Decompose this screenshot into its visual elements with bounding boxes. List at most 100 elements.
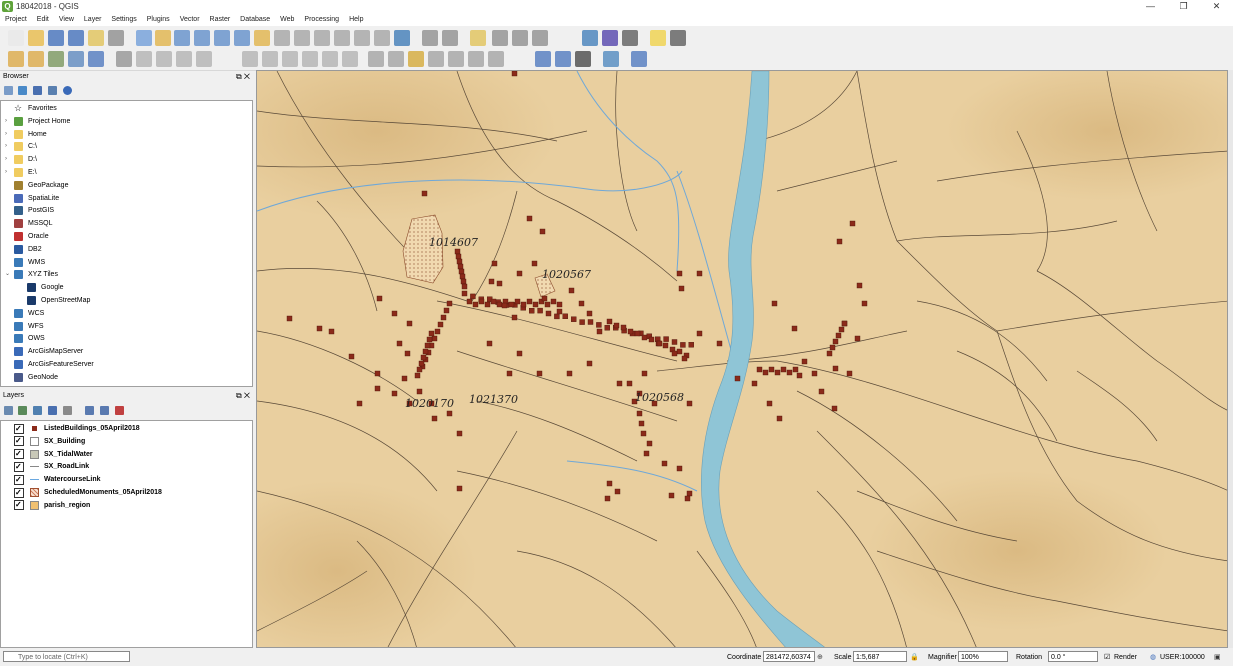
zoom-last-icon[interactable] — [314, 30, 330, 46]
label-rotate-icon[interactable] — [468, 51, 484, 67]
layer-item[interactable]: SX_RoadLink — [14, 460, 89, 473]
messages-icon[interactable]: ▣ — [1214, 652, 1221, 663]
undo-icon[interactable] — [322, 51, 338, 67]
map-scrollbar[interactable] — [1228, 70, 1233, 648]
paste-icon[interactable] — [302, 51, 318, 67]
add-vector-icon[interactable] — [48, 51, 64, 67]
browser-item-geonode[interactable]: GeoNode — [5, 371, 58, 384]
layer-visibility-checkbox[interactable] — [14, 498, 24, 511]
label-move-icon[interactable] — [448, 51, 464, 67]
expand-chevron-icon[interactable]: › — [5, 166, 14, 179]
new-layer-icon[interactable] — [28, 51, 44, 67]
browser-item-home[interactable]: › Home — [5, 128, 47, 141]
browser-item-openstreetmap[interactable]: OpenStreetMap — [18, 294, 90, 307]
browser-item-geopackage[interactable]: GeoPackage — [5, 179, 68, 192]
layer-item[interactable]: parish_region — [14, 498, 90, 512]
toggle-editing-icon[interactable] — [136, 51, 152, 67]
browser-item-favorites[interactable]: ☆ Favorites — [5, 102, 57, 115]
browser-item-wms[interactable]: WMS — [5, 256, 45, 269]
menu-database[interactable]: Database — [235, 14, 275, 26]
redo-icon[interactable] — [342, 51, 358, 67]
lock-scale-icon[interactable]: 🔒 — [910, 652, 919, 663]
scale-combo[interactable]: 1:5,687 — [853, 651, 907, 662]
layer-visibility-checkbox[interactable] — [14, 422, 24, 435]
manage-themes-icon[interactable] — [33, 406, 42, 415]
crs-status-button[interactable]: USER:100000 — [1160, 652, 1205, 663]
menu-view[interactable]: View — [54, 14, 79, 26]
select-icon[interactable] — [470, 30, 486, 46]
refresh-icon[interactable] — [18, 86, 27, 95]
layer-visibility-checkbox[interactable] — [14, 460, 24, 473]
menu-edit[interactable]: Edit — [32, 14, 54, 26]
coordinate-field[interactable]: 281472,60374 — [763, 651, 815, 662]
layer-item[interactable]: WatercourseLink — [14, 473, 101, 486]
filter-icon[interactable] — [33, 86, 42, 95]
menu-web[interactable]: Web — [275, 14, 299, 26]
measure-line-icon[interactable] — [622, 30, 638, 46]
layer-item[interactable]: SX_TidalWater — [14, 447, 93, 461]
browser-item-mssql[interactable]: MSSQL — [5, 217, 53, 230]
magnifier-spinbox[interactable]: 100% — [958, 651, 1008, 662]
web-icon[interactable] — [555, 51, 571, 67]
text-annotation-icon[interactable] — [670, 30, 686, 46]
save-as-icon[interactable] — [68, 30, 84, 46]
browser-item-project-home[interactable]: › Project Home — [5, 115, 70, 128]
expand-chevron-icon[interactable]: › — [5, 140, 14, 153]
globe-icon[interactable] — [535, 51, 551, 67]
layer-item[interactable]: SX_Building — [14, 434, 85, 448]
field-calculator-icon[interactable] — [512, 30, 528, 46]
new-print-layout-icon[interactable] — [88, 30, 104, 46]
label-highlight-icon[interactable] — [408, 51, 424, 67]
zoom-layer-icon[interactable] — [274, 30, 290, 46]
browser-item-spatialite[interactable]: SpatiaLite — [5, 192, 59, 205]
browser-item-oracle[interactable]: Oracle — [5, 230, 49, 243]
open-project-icon[interactable] — [28, 30, 44, 46]
layer-item[interactable]: ListedBuildings_05April2018 — [14, 422, 140, 435]
label-pin-icon[interactable] — [388, 51, 404, 67]
browser-item-wfs[interactable]: WFS — [5, 320, 44, 333]
zoom-rubberband-icon[interactable] — [214, 30, 230, 46]
expand-chevron-icon[interactable]: › — [5, 153, 14, 166]
locator-search-input[interactable]: Type to locate (Ctrl+K) — [3, 651, 130, 662]
refresh-icon[interactable] — [394, 30, 410, 46]
panel-float-close-icon[interactable]: ⧉ ✕ — [236, 390, 250, 402]
pan-to-selection-icon[interactable] — [155, 30, 171, 46]
new-map-view-icon[interactable] — [354, 30, 370, 46]
remove-layer-icon[interactable] — [115, 406, 124, 415]
menu-layer[interactable]: Layer — [79, 14, 107, 26]
help-icon[interactable] — [631, 51, 647, 67]
toggle-extents-icon[interactable]: ⊕ — [817, 652, 823, 663]
cut-icon[interactable] — [262, 51, 278, 67]
bookmark-icon[interactable] — [374, 30, 390, 46]
new-project-icon[interactable] — [8, 30, 24, 46]
browser-item-xyz-tiles[interactable]: ⌄ XYZ Tiles — [5, 268, 58, 281]
expand-chevron-icon[interactable]: › — [5, 115, 14, 128]
add-selected-icon[interactable] — [4, 86, 13, 95]
layer-visibility-checkbox[interactable] — [14, 447, 24, 460]
collapse-all-icon[interactable] — [48, 86, 57, 95]
collapse-all-icon[interactable] — [100, 406, 109, 415]
map-tips-icon[interactable] — [650, 30, 666, 46]
menu-vector[interactable]: Vector — [175, 14, 205, 26]
map-canvas[interactable]: 1014607 1020567 1020170 1021370 1020568 — [256, 70, 1228, 648]
menu-help[interactable]: Help — [344, 14, 368, 26]
add-feature-icon[interactable] — [176, 51, 192, 67]
expand-chevron-icon[interactable]: ⌄ — [5, 268, 14, 281]
add-group-icon[interactable] — [18, 406, 27, 415]
menu-settings[interactable]: Settings — [106, 14, 141, 26]
data-source-manager-icon[interactable] — [8, 51, 24, 67]
browser-item-c[interactable]: › C:\ — [5, 140, 37, 153]
menu-raster[interactable]: Raster — [205, 14, 236, 26]
rotation-spinbox[interactable]: 0.0 ° — [1048, 651, 1098, 662]
zoom-next-icon[interactable] — [334, 30, 350, 46]
zoom-in-icon[interactable] — [174, 30, 190, 46]
metasearch-icon[interactable] — [575, 51, 591, 67]
minimize-button[interactable]: — — [1134, 0, 1167, 14]
layout-manager-icon[interactable] — [108, 30, 124, 46]
expand-chevron-icon[interactable]: › — [5, 128, 14, 141]
browser-item-arcgisfeatureserver[interactable]: ArcGisFeatureServer — [5, 358, 94, 371]
sum-icon[interactable] — [602, 30, 618, 46]
layer-visibility-checkbox[interactable] — [14, 473, 24, 486]
attribute-table-icon[interactable] — [492, 30, 508, 46]
menu-plugins[interactable]: Plugins — [142, 14, 175, 26]
